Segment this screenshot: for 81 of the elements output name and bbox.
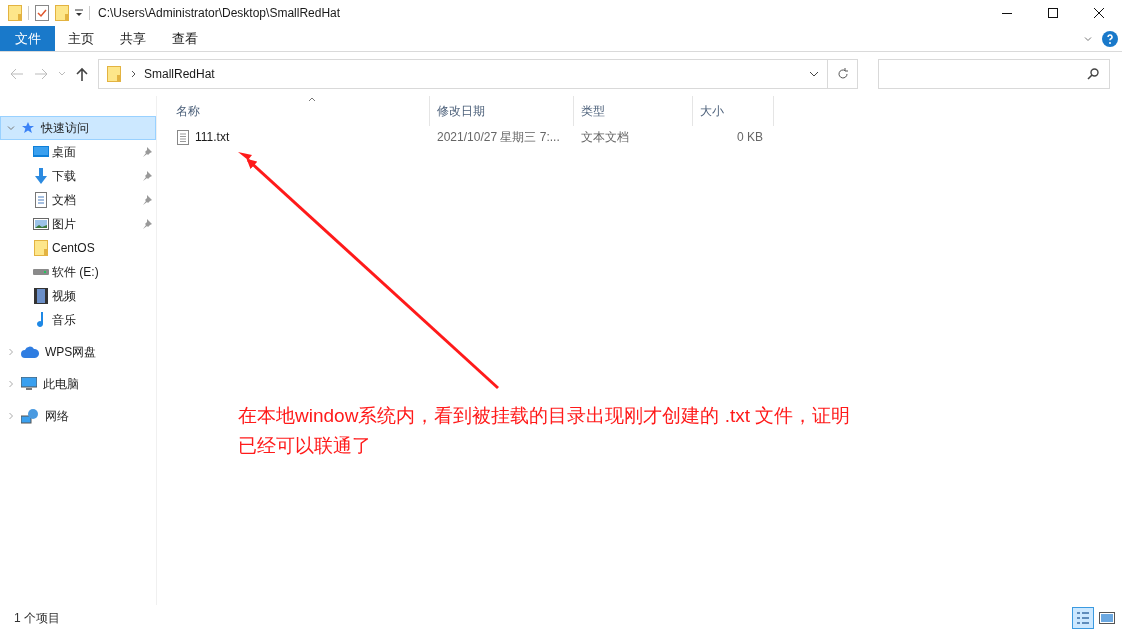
nav-item[interactable]: 桌面	[0, 140, 156, 164]
address-field[interactable]: SmallRedHat	[98, 59, 858, 89]
ribbon-tab[interactable]: 查看	[159, 26, 211, 51]
nav-item[interactable]: 下载	[0, 164, 156, 188]
chevron-icon[interactable]	[1084, 34, 1092, 43]
back-arrow-icon[interactable]	[10, 68, 24, 80]
nav-item[interactable]: 音乐	[0, 308, 156, 332]
nav-label: 桌面	[52, 144, 76, 161]
nav-label: 视频	[52, 288, 76, 305]
column-header[interactable]: 修改日期	[430, 96, 574, 126]
ribbon-tab[interactable]: 主页	[55, 26, 107, 51]
chevron-icon[interactable]	[7, 380, 15, 388]
details-list-icon	[1076, 611, 1090, 625]
folder-icon	[107, 66, 121, 82]
text-file-icon	[177, 129, 189, 145]
nav-item[interactable]: 文档	[0, 188, 156, 212]
chevron-icon[interactable]	[7, 124, 15, 132]
nav-label: 网络	[45, 408, 69, 425]
nav-label: WPS网盘	[45, 344, 97, 361]
window-title: C:\Users\Administrator\Desktop\SmallRedHat	[98, 5, 341, 22]
chevron-icon[interactable]	[7, 412, 15, 420]
column-header[interactable]: 类型	[574, 96, 693, 126]
pin-icon[interactable]	[142, 147, 152, 157]
refresh-icon	[836, 68, 849, 80]
dropdown-icon[interactable]	[75, 9, 83, 17]
search-field[interactable]	[878, 59, 1110, 89]
properties-icon[interactable]	[35, 5, 49, 21]
ribbon-tab[interactable]: 共享	[107, 26, 159, 51]
new-folder-icon	[55, 5, 69, 21]
nav-label: 图片	[52, 216, 76, 233]
item-count: 1 个项目	[14, 610, 60, 627]
close-icon	[1094, 8, 1104, 18]
annotation-text: 在本地window系统内，看到被挂载的目录出现刚才创建的 .txt 文件，证明已经可以联通了	[238, 404, 852, 458]
nav-label: 快速访问	[41, 120, 89, 137]
minimize-icon	[1002, 12, 1012, 14]
monitor-icon	[21, 377, 37, 391]
pin-icon[interactable]	[142, 195, 152, 205]
help-icon[interactable]	[1102, 30, 1118, 47]
ribbon-tab[interactable]: 文件	[0, 26, 55, 51]
picture-icon	[33, 218, 49, 230]
column-header[interactable]: 大小	[693, 96, 774, 126]
table-cell-text: 0 KB	[736, 129, 763, 146]
nav-label: 软件 (E:)	[52, 264, 99, 281]
nav-label: 文档	[52, 192, 76, 209]
search-icon	[1087, 68, 1099, 80]
down-arrow-icon	[33, 168, 49, 184]
document-icon	[35, 192, 47, 208]
star-icon	[21, 121, 35, 135]
forward-arrow-icon[interactable]	[34, 68, 48, 80]
nav-item[interactable]: 快速访问	[0, 116, 156, 140]
drive-icon	[33, 268, 49, 276]
file-name[interactable]: 111.txt	[195, 128, 230, 146]
table-cell-text: 文本文档	[580, 129, 630, 146]
dropdown-icon[interactable]	[809, 71, 819, 77]
nav-label: 音乐	[52, 312, 76, 329]
nav-item[interactable]: 软件 (E:)	[0, 260, 156, 284]
nav-label: 此电脑	[43, 376, 79, 393]
nav-label: CentOS	[52, 240, 95, 257]
nav-item[interactable]: WPS网盘	[0, 340, 156, 364]
film-icon	[34, 288, 48, 304]
nav-item[interactable]: 图片	[0, 212, 156, 236]
chevron-icon	[131, 70, 136, 78]
chevron-icon[interactable]	[7, 348, 15, 356]
table-cell-text: 2021/10/27 星期三 7:...	[436, 129, 561, 146]
breadcrumb[interactable]: SmallRedHat	[144, 65, 215, 83]
nav-item[interactable]: 视频	[0, 284, 156, 308]
preview-pane-icon	[1099, 612, 1115, 624]
pin-icon[interactable]	[142, 219, 152, 229]
nav-item[interactable]: 此电脑	[0, 372, 156, 396]
nav-label: 下载	[52, 168, 76, 185]
globe-icon	[21, 408, 39, 424]
nav-item[interactable]: CentOS	[0, 236, 156, 260]
folder-icon	[34, 240, 48, 256]
cloud-icon	[21, 346, 39, 358]
nav-item[interactable]: 网络	[0, 404, 156, 428]
pin-icon[interactable]	[142, 171, 152, 181]
column-header[interactable]: 名称	[169, 96, 430, 126]
up-arrow-icon[interactable]	[76, 67, 88, 81]
maximize-icon	[1048, 8, 1058, 18]
monitor-icon	[33, 146, 49, 158]
folder-icon	[8, 5, 22, 21]
